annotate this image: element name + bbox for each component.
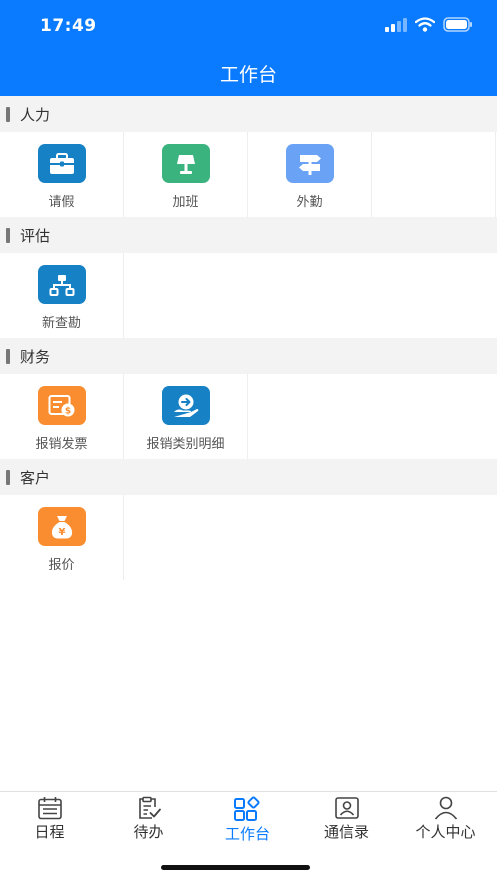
calendar-icon [37,797,62,820]
section-title: 人力 [20,105,51,124]
person-icon [434,796,457,820]
section-grid-finance: $ 报销发票 报销类别明细 [0,374,497,459]
section-grid-customer: ¥ 报价 [0,495,497,580]
app-expense-invoice[interactable]: $ 报销发票 [0,374,124,459]
section-header-customer: 客户 [0,459,497,495]
workbench-content: 人力 请假 加班 外勤 评估 新查勘 财务 $ 报销发票 报销类别明细 客户 ¥… [0,96,497,580]
tab-schedule[interactable]: 日程 [0,796,99,842]
app-label: 报价 [48,558,75,573]
app-quotation[interactable]: ¥ 报价 [0,495,124,580]
section-grid-hr: 请假 加班 外勤 [0,132,497,217]
invoice-icon: $ [37,386,86,425]
org-chart-icon [37,265,86,304]
contacts-icon [334,797,359,819]
home-indicator [161,865,310,870]
battery-icon [443,17,472,32]
lamp-icon [161,144,210,183]
app-label: 报销类别明细 [146,437,225,452]
section-title: 评估 [20,226,51,245]
section-header-assessment: 评估 [0,217,497,253]
app-leave[interactable]: 请假 [0,132,124,217]
section-header-hr: 人力 [0,96,497,132]
money-bag-icon: ¥ [37,507,86,546]
app-label: 请假 [48,195,75,210]
section-marker [6,227,10,243]
tab-label: 待办 [133,823,164,841]
empty-cell [372,132,496,217]
tab-todo[interactable]: 待办 [99,796,198,842]
app-label: 报销发票 [35,437,88,452]
app-label: 加班 [172,195,199,210]
tab-workbench[interactable]: 工作台 [198,796,297,844]
svg-text:$: $ [64,406,70,416]
section-grid-assessment: 新查勘 [0,253,497,338]
section-marker [6,469,10,485]
section-title: 财务 [20,347,51,366]
tab-label: 通信录 [323,823,369,841]
app-label: 外勤 [296,195,323,210]
section-marker [6,348,10,364]
hand-coin-icon [161,386,210,425]
header: 17:49 工作台 [0,0,497,96]
tab-label: 个人中心 [415,823,476,841]
section-marker [6,106,10,122]
app-overtime[interactable]: 加班 [124,132,248,217]
section-title: 客户 [20,468,51,487]
app-expense-category-detail[interactable]: 报销类别明细 [124,374,248,459]
briefcase-icon [37,144,86,183]
status-icons [385,17,473,32]
app-new-survey[interactable]: 新查勘 [0,253,124,338]
tab-profile[interactable]: 个人中心 [396,796,495,842]
todo-icon [138,796,161,819]
wifi-icon [415,17,435,32]
section-header-finance: 财务 [0,338,497,374]
tab-contacts[interactable]: 通信录 [297,796,396,842]
tab-label: 工作台 [224,825,270,843]
app-field-work[interactable]: 外勤 [248,132,372,217]
status-time: 17:49 [40,16,97,36]
app-label: 新查勘 [41,316,81,331]
workbench-icon [233,796,260,821]
signal-icon [385,17,407,32]
page-title: 工作台 [219,64,277,86]
svg-text:¥: ¥ [58,527,65,538]
tab-label: 日程 [34,823,65,841]
signpost-icon [285,144,334,183]
